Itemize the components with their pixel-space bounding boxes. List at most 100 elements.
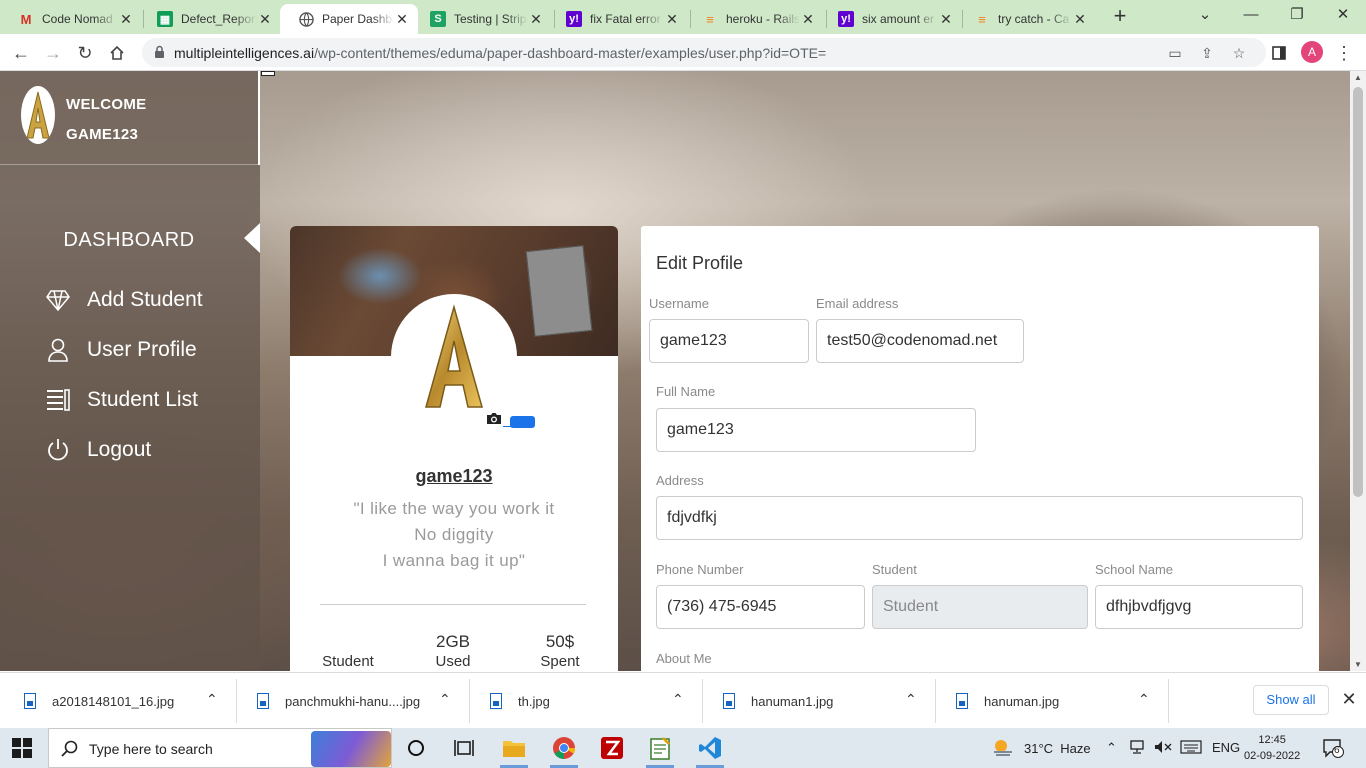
profile-avatar[interactable]: A [1301, 41, 1323, 63]
clock[interactable]: 12:45 02-09-2022 [1244, 732, 1300, 764]
browser-tab[interactable]: S Testing | Stripe ✕ [412, 4, 552, 34]
phone-field[interactable]: (736) 475-6945 [656, 585, 865, 629]
username-label: Username [649, 296, 709, 311]
scroll-down-arrow-icon[interactable]: ▼ [1350, 660, 1366, 669]
school-name-field[interactable]: dfhjbvdfjgvg [1095, 585, 1303, 629]
keyboard-icon[interactable] [1180, 740, 1202, 757]
lock-icon[interactable] [154, 45, 165, 64]
home-icon[interactable] [104, 40, 130, 66]
search-icon [61, 740, 79, 763]
close-icon[interactable]: ✕ [1072, 11, 1088, 28]
browser-tab[interactable]: ≡ try catch - Ca ✕ [956, 4, 1096, 34]
download-item[interactable]: hanuman1.jpg ⌃ [723, 673, 933, 729]
download-item[interactable]: hanuman.jpg ⌃ [956, 673, 1166, 729]
sidebar-item-student-list[interactable]: Student List [45, 385, 198, 415]
cortana-icon[interactable] [402, 734, 430, 762]
close-icon[interactable]: ✕ [938, 11, 954, 28]
upload-photo-button[interactable] [510, 416, 535, 428]
sidebar-item-add-student[interactable]: Add Student [45, 285, 203, 315]
clock-time: 12:45 [1258, 734, 1286, 746]
side-panel-icon[interactable] [1266, 40, 1292, 66]
scroll-thumb[interactable] [1353, 87, 1363, 497]
share-icon[interactable]: ⇪ [1198, 44, 1216, 62]
profile-quote-line: No diggity [414, 525, 494, 544]
back-arrow-icon[interactable]: ← [8, 40, 34, 66]
close-icon[interactable]: ✕ [1339, 689, 1359, 709]
username-field[interactable]: game123 [649, 319, 809, 363]
vscode-icon[interactable] [696, 734, 724, 762]
file-explorer-icon[interactable] [500, 734, 528, 762]
restore-button[interactable]: ❐ [1282, 4, 1312, 28]
browser-tab[interactable]: ≡ heroku - Rails ✕ [684, 4, 824, 34]
chevron-up-icon[interactable]: ⌃ [206, 691, 218, 708]
notification-icon[interactable]: 6 [1322, 738, 1344, 758]
notepad-icon[interactable] [646, 734, 674, 762]
forward-arrow-icon[interactable]: → [40, 40, 66, 66]
task-view-icon[interactable] [450, 734, 478, 762]
camera-icon[interactable] [486, 412, 502, 430]
new-tab-button[interactable]: + [1108, 5, 1132, 29]
chevron-up-icon[interactable]: ⌃ [439, 691, 451, 708]
address-field[interactable]: fdjvdfkj [656, 496, 1303, 540]
reload-icon[interactable]: ↻ [72, 40, 98, 66]
volume-muted-icon[interactable] [1154, 740, 1172, 757]
sidebar-item-logout[interactable]: Logout [45, 435, 151, 465]
profile-name[interactable]: game123 [290, 466, 618, 487]
address-bar[interactable]: multipleintelligences.ai/wp-content/them… [142, 38, 1266, 67]
sidebar-item-user-profile[interactable]: User Profile [45, 335, 197, 365]
network-icon[interactable] [1130, 740, 1148, 757]
weather-text[interactable]: 31°C Haze [1024, 741, 1091, 756]
chevron-up-icon[interactable]: ⌃ [1106, 740, 1117, 756]
email-field[interactable]: test50@codenomad.net [816, 319, 1024, 363]
weather-condition: Haze [1060, 741, 1091, 756]
url-host: multipleintelligences.ai [174, 45, 315, 61]
chevron-up-icon[interactable]: ⌃ [672, 691, 684, 708]
full-name-field[interactable]: game123 [656, 408, 976, 452]
close-icon[interactable]: ✕ [257, 11, 273, 28]
browser-tab[interactable]: ▦ Defect_Report ✕ [139, 4, 281, 34]
browser-tab-active[interactable]: Paper Dashboard ✕ [280, 4, 418, 34]
image-file-icon [956, 693, 968, 709]
chevron-up-icon[interactable]: ⌃ [905, 691, 917, 708]
chrome-icon[interactable] [550, 734, 578, 762]
filezilla-icon[interactable] [598, 734, 626, 762]
stat-label: Spent [540, 653, 580, 670]
minimize-button[interactable]: — [1236, 4, 1266, 28]
window-close-button[interactable]: ✕ [1328, 4, 1358, 28]
kebab-menu-icon[interactable]: ⋮ [1331, 40, 1357, 66]
scroll-up-arrow-icon[interactable]: ▲ [1350, 73, 1366, 82]
download-item[interactable]: a2018148101_16.jpg ⌃ [24, 673, 234, 729]
stackoverflow-icon: ≡ [706, 11, 714, 27]
list-icon [45, 387, 71, 413]
close-icon[interactable]: ✕ [800, 11, 816, 28]
close-icon[interactable]: ✕ [528, 11, 544, 28]
search-highlight-image[interactable] [311, 731, 391, 767]
close-icon[interactable]: ✕ [394, 11, 410, 28]
reader-mode-icon[interactable]: ▭ [1166, 44, 1184, 62]
page-scrollbar[interactable]: ▲ ▼ [1350, 71, 1366, 671]
download-item[interactable]: panchmukhi-hanu....jpg ⌃ [257, 673, 467, 729]
chevron-up-icon[interactable]: ⌃ [1138, 691, 1150, 708]
show-all-button[interactable]: Show all [1253, 685, 1329, 715]
windows-start-icon[interactable] [12, 738, 32, 763]
logo[interactable] [21, 86, 55, 144]
weather-haze-icon[interactable] [992, 738, 1014, 758]
avatar[interactable] [391, 294, 517, 420]
welcome-text: WELCOME [66, 96, 147, 113]
close-icon[interactable]: ✕ [664, 11, 680, 28]
tab-search-chevron-icon[interactable]: ⌄ [1190, 4, 1220, 28]
browser-tab[interactable]: y! fix Fatal error ✕ [548, 4, 688, 34]
star-icon[interactable]: ☆ [1230, 44, 1248, 62]
language-indicator[interactable]: ENG [1212, 740, 1240, 755]
close-icon[interactable]: ✕ [118, 11, 134, 28]
scroll-marker [261, 71, 275, 76]
edit-profile-form: Edit Profile Username game123 Email addr… [641, 226, 1319, 671]
stackoverflow-icon: ≡ [978, 11, 986, 27]
download-item[interactable]: th.jpg ⌃ [490, 673, 700, 729]
browser-tab[interactable]: M Code Nomad ✕ [0, 4, 142, 34]
browser-tab[interactable]: y! six amount er ✕ [820, 4, 962, 34]
url-path: /wp-content/themes/eduma/paper-dashboard… [314, 45, 827, 61]
taskbar-search-input[interactable]: Type here to search [48, 728, 392, 768]
stat-value [302, 632, 394, 652]
sidebar-item-dashboard[interactable]: DASHBOARD [0, 229, 258, 252]
